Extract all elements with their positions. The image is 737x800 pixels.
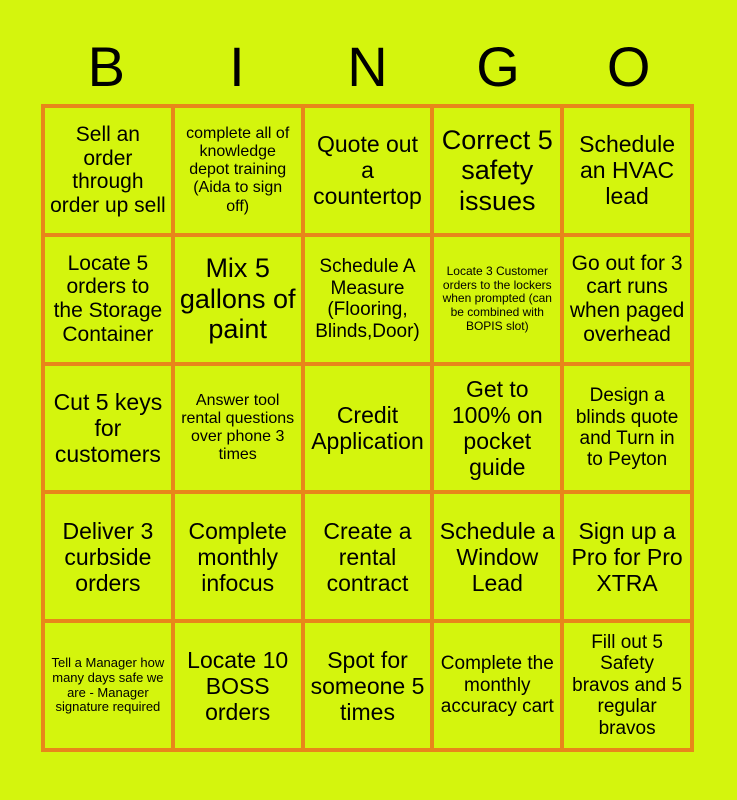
bingo-cell-label: Locate 10 BOSS orders	[187, 646, 289, 725]
bingo-cell-r2c2[interactable]: Mix 5 gallons of paint	[174, 236, 305, 366]
bingo-cell-r1c3[interactable]: Quote out a countertop	[304, 108, 435, 237]
header-letter-b: B	[87, 35, 125, 98]
bingo-cell-label: complete all of knowledge depot training…	[186, 125, 290, 215]
bingo-card: B I N G O Sell an order through order up…	[0, 0, 737, 800]
bingo-cell-label: Complete monthly infocus	[188, 517, 287, 596]
bingo-cell-label: Spot for someone 5 times	[310, 646, 425, 725]
header-letter-g: G	[476, 35, 520, 98]
bingo-cell-r4c1[interactable]: Deliver 3 curbside orders	[45, 494, 175, 624]
header-letter-n: N	[347, 35, 388, 98]
bingo-cell-r4c2[interactable]: Complete monthly infocus	[174, 494, 305, 624]
bingo-cell-r3c1[interactable]: Cut 5 keys for customers	[45, 365, 175, 495]
bingo-cell-label: Schedule a Window Lead	[439, 517, 555, 596]
bingo-cell-r5c4[interactable]: Complete the monthly accuracy cart	[434, 623, 565, 752]
bingo-cell-label: Locate 3 Customer orders to the lockers …	[442, 264, 552, 333]
bingo-cell-label: Answer tool rental questions over phone …	[181, 391, 295, 464]
bingo-cell-label: Schedule A Measure (Flooring, Blinds,Doo…	[315, 256, 420, 342]
bingo-cell-label: Schedule an HVAC lead	[579, 131, 676, 210]
bingo-cell-r1c5[interactable]: Schedule an HVAC lead	[564, 108, 694, 237]
bingo-cell-r5c5[interactable]: Fill out 5 Safety bravos and 5 regular b…	[564, 623, 694, 752]
bingo-cell-label: Locate 5 orders to the Storage Container	[53, 251, 163, 346]
bingo-cell-label: Design a blinds quote and Turn in to Pey…	[575, 385, 679, 471]
bingo-cell-r1c4[interactable]: Correct 5 safety issues	[434, 108, 565, 237]
bingo-grid: Sell an order through order up sell compl…	[41, 104, 694, 752]
bingo-cell-r2c1[interactable]: Locate 5 orders to the Storage Container	[45, 236, 175, 366]
header-letter-i: I	[229, 35, 245, 98]
bingo-cell-r2c5[interactable]: Go out for 3 cart runs when paged overhe…	[564, 236, 694, 366]
bingo-cell-label: Cut 5 keys for customers	[53, 389, 163, 467]
bingo-cell-label: Go out for 3 cart runs when paged overhe…	[569, 251, 685, 346]
bingo-cell-r4c3[interactable]: Create a rental contract	[304, 494, 435, 624]
bingo-cell-label: Create a rental contract	[323, 517, 412, 596]
bingo-cell-label: Get to 100% on pocket guide	[451, 376, 543, 480]
bingo-cell-r1c1[interactable]: Sell an order through order up sell	[45, 108, 175, 237]
bingo-cell-r4c4[interactable]: Schedule a Window Lead	[434, 494, 565, 624]
bingo-cell-label: Correct 5 safety issues	[441, 124, 553, 216]
bingo-cell-r5c2[interactable]: Locate 10 BOSS orders	[174, 623, 305, 752]
bingo-cell-r2c4[interactable]: Locate 3 Customer orders to the lockers …	[434, 236, 565, 366]
bingo-cell-label: Quote out a countertop	[313, 131, 422, 210]
bingo-cell-label: Mix 5 gallons of paint	[179, 253, 296, 345]
bingo-cell-label: Complete the monthly accuracy cart	[440, 653, 554, 718]
bingo-cell-r5c1[interactable]: Tell a Manager how many days safe we are…	[45, 623, 175, 752]
bingo-cell-label: Deliver 3 curbside orders	[62, 517, 154, 596]
bingo-cell-r5c3[interactable]: Spot for someone 5 times	[304, 623, 435, 752]
bingo-cell-label: Sign up a Pro for Pro XTRA	[571, 517, 683, 596]
bingo-cell-r3c3[interactable]: Credit Application	[304, 365, 435, 495]
bingo-cell-label: Tell a Manager how many days safe we are…	[51, 655, 165, 715]
bingo-header: B I N G O	[41, 30, 694, 104]
bingo-cell-r3c2[interactable]: Answer tool rental questions over phone …	[174, 365, 305, 495]
bingo-cell-label: Fill out 5 Safety bravos and 5 regular b…	[572, 631, 683, 739]
bingo-cell-label: Sell an order through order up sell	[50, 122, 166, 218]
bingo-cell-r2c3[interactable]: Schedule A Measure (Flooring, Blinds,Doo…	[304, 236, 435, 366]
bingo-cell-r1c2[interactable]: complete all of knowledge depot training…	[174, 108, 305, 237]
header-letter-o: O	[606, 35, 651, 98]
bingo-cell-label: Credit Application	[311, 402, 424, 454]
bingo-cell-r3c5[interactable]: Design a blinds quote and Turn in to Pey…	[564, 365, 694, 495]
bingo-cell-r4c5[interactable]: Sign up a Pro for Pro XTRA	[564, 494, 694, 624]
bingo-cell-r3c4[interactable]: Get to 100% on pocket guide	[434, 365, 565, 495]
